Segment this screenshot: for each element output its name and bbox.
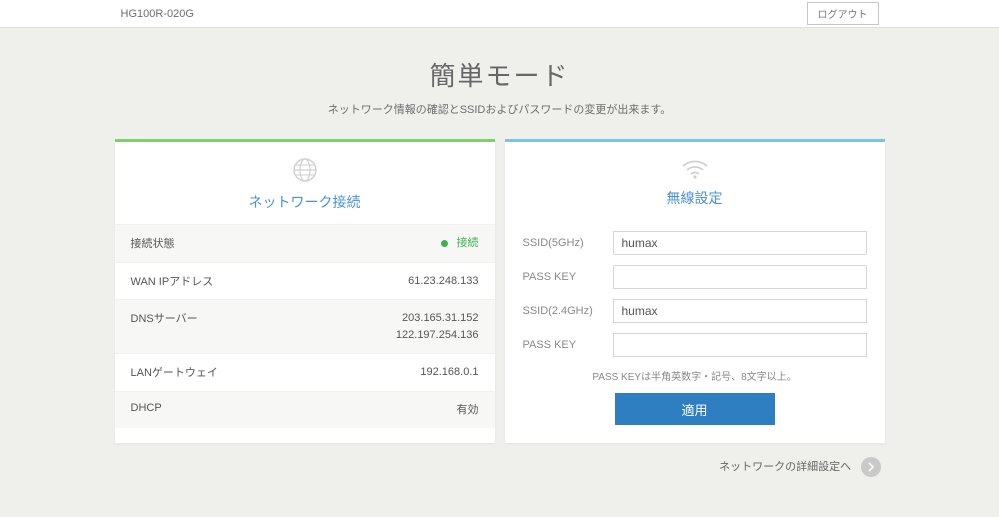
advanced-link-label: ネットワークの詳細設定へ	[719, 461, 851, 473]
logout-button[interactable]: ログアウト	[807, 2, 879, 25]
row-dhcp: DHCP 有効	[115, 391, 495, 429]
advanced-link-row: ネットワークの詳細設定へ	[115, 457, 885, 477]
chevron-right-icon	[866, 462, 876, 472]
row-value: 61.23.248.133	[408, 273, 478, 290]
field-label: PASS KEY	[523, 271, 613, 283]
apply-button[interactable]: 適用	[615, 393, 775, 425]
ssid-5ghz-input[interactable]	[613, 231, 867, 255]
row-value: 有効	[457, 402, 479, 419]
field-label: SSID(2.4GHz)	[523, 305, 613, 317]
row-label: DNSサーバー	[131, 310, 198, 326]
model-label: HG100R-020G	[121, 8, 194, 20]
wifi-icon	[505, 156, 885, 180]
row-dns: DNSサーバー 203.165.31.152 122.197.254.136	[115, 299, 495, 353]
passkey-24ghz-input[interactable]	[613, 333, 867, 357]
field-label: SSID(5GHz)	[523, 237, 613, 249]
row-lan-gateway: LANゲートウェイ 192.168.0.1	[115, 353, 495, 391]
row-label: DHCP	[131, 402, 162, 414]
status-dot-icon	[441, 240, 448, 247]
field-ssid-24ghz: SSID(2.4GHz)	[523, 294, 867, 328]
row-label: LANゲートウェイ	[131, 364, 218, 380]
wireless-panel: 無線設定 SSID(5GHz) PASS KEY SSID(2.4GHz) PA…	[505, 139, 885, 443]
advanced-link-button[interactable]	[861, 457, 881, 477]
passkey-5ghz-input[interactable]	[613, 265, 867, 289]
field-passkey-5ghz: PASS KEY	[523, 260, 867, 294]
row-connection-status: 接続状態 接続	[115, 224, 495, 262]
field-passkey-24ghz: PASS KEY	[523, 328, 867, 362]
row-label: WAN IPアドレス	[131, 273, 214, 289]
top-bar: HG100R-020G ログアウト	[0, 0, 999, 28]
field-ssid-5ghz: SSID(5GHz)	[523, 226, 867, 260]
network-panel-title: ネットワーク接続	[115, 192, 495, 212]
row-wan-ip: WAN IPアドレス 61.23.248.133	[115, 262, 495, 300]
passkey-hint: PASS KEYは半角英数字・記号、8文字以上。	[505, 368, 885, 383]
network-panel: ネットワーク接続 接続状態 接続 WAN IPアドレス 61.23.248.13…	[115, 139, 495, 443]
row-label: 接続状態	[131, 235, 175, 251]
row-value: 203.165.31.152 122.197.254.136	[396, 310, 479, 343]
ssid-24ghz-input[interactable]	[613, 299, 867, 323]
globe-icon	[115, 156, 495, 184]
wireless-panel-title: 無線設定	[505, 188, 885, 208]
status-value: 接続	[457, 237, 479, 249]
page-subtitle: ネットワーク情報の確認とSSIDおよびパスワードの変更が出来ます。	[115, 101, 885, 117]
row-value: 192.168.0.1	[420, 364, 478, 381]
field-label: PASS KEY	[523, 339, 613, 351]
page-title: 簡単モード	[115, 56, 885, 93]
